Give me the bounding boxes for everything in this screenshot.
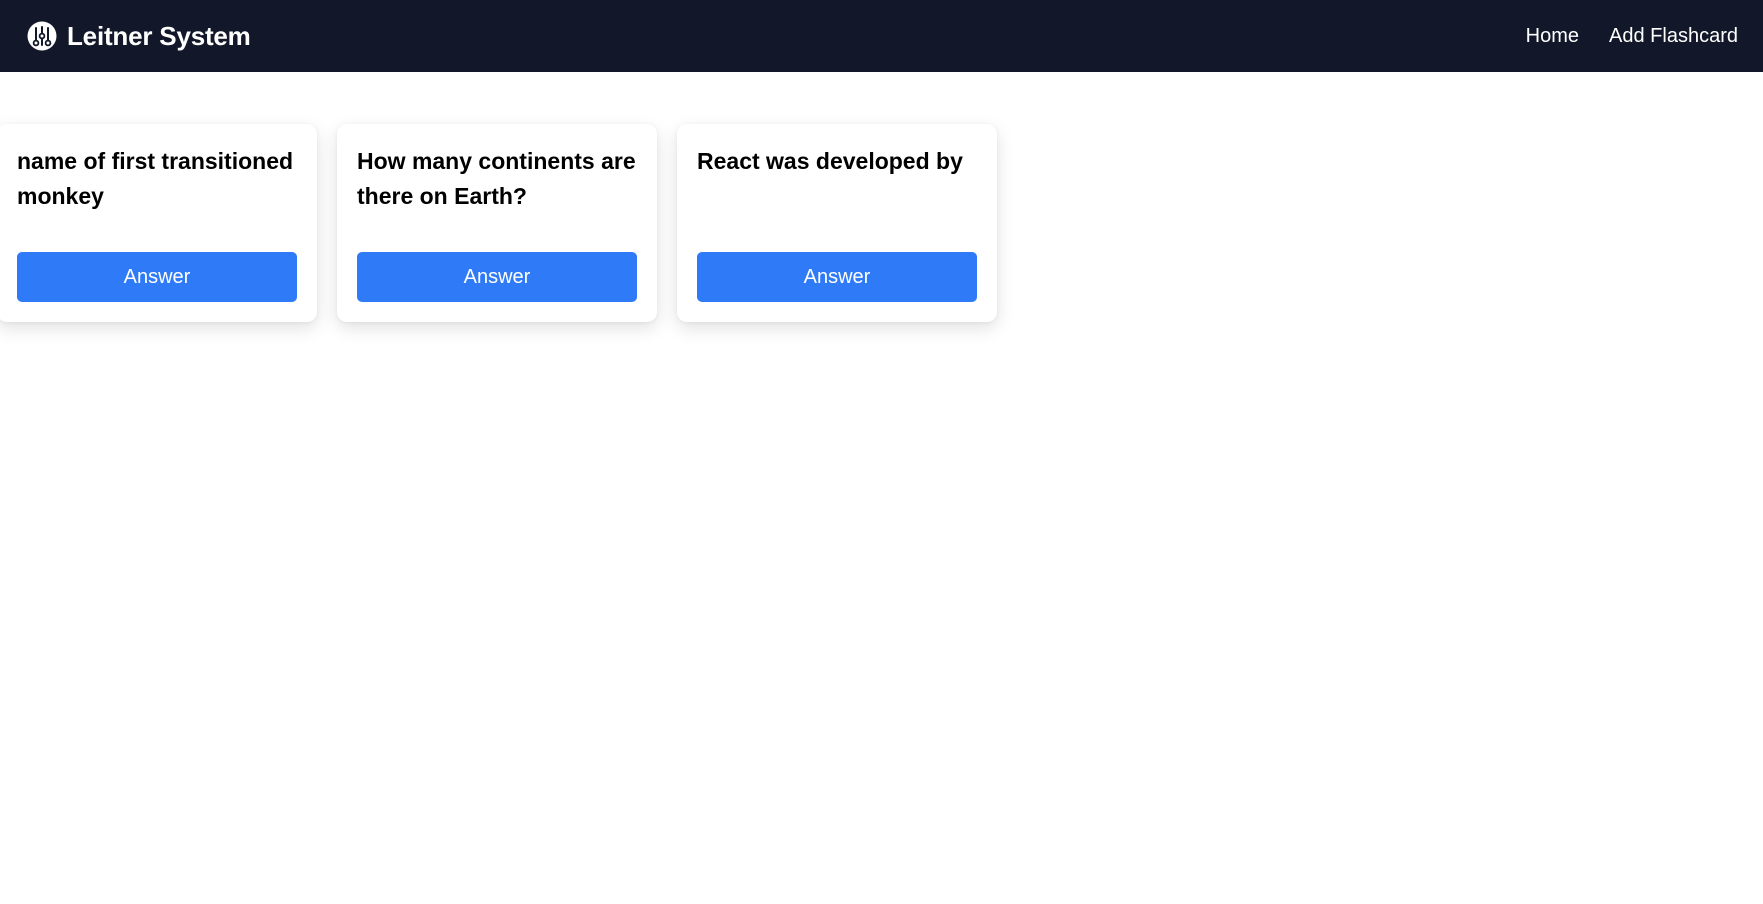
nav-link-home[interactable]: Home	[1526, 25, 1579, 48]
brand-title: Leitner System	[67, 20, 251, 51]
nav-links: Home Add Flashcard	[1526, 25, 1738, 48]
navbar: Leitner System Home Add Flashcard	[0, 0, 1763, 72]
flashcard: name of first transitioned monkey Answer	[0, 124, 317, 322]
flashcard: React was developed by Answer	[677, 124, 997, 322]
answer-button[interactable]: Answer	[17, 252, 297, 302]
brain-circuit-icon	[27, 21, 57, 51]
flashcard-question: name of first transitioned monkey	[17, 148, 294, 209]
answer-button[interactable]: Answer	[697, 252, 977, 302]
flashcard-question: How many continents are there on Earth?	[357, 148, 636, 209]
answer-button[interactable]: Answer	[357, 252, 637, 302]
brand[interactable]: Leitner System	[27, 21, 251, 52]
flashcard: How many continents are there on Earth? …	[337, 124, 657, 322]
flashcard-question: React was developed by	[697, 148, 963, 174]
nav-link-add-flashcard[interactable]: Add Flashcard	[1609, 25, 1738, 48]
